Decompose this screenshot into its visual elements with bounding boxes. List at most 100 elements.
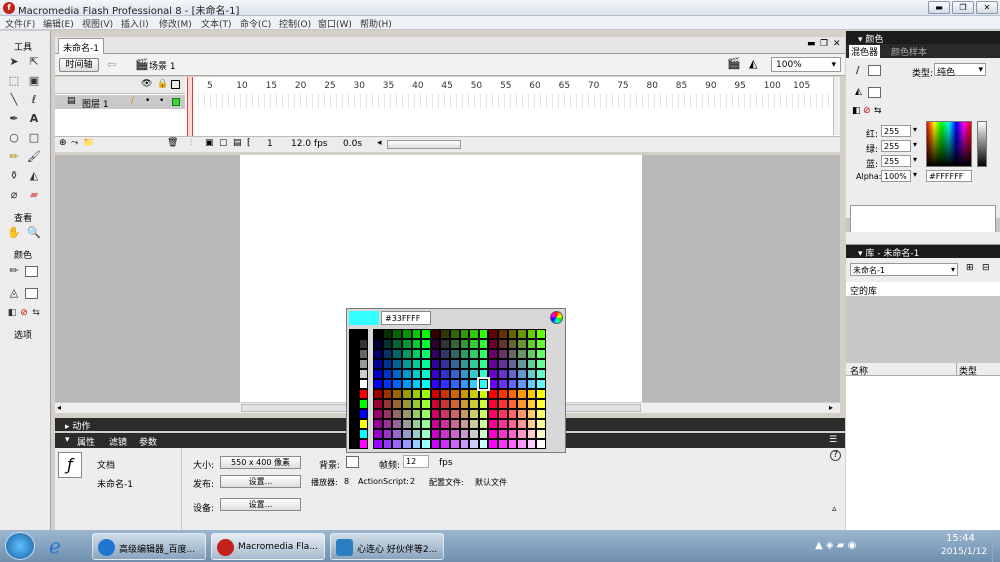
color-swatch[interactable] bbox=[469, 359, 479, 369]
library-select[interactable]: 未命名-1 ▾ bbox=[850, 263, 958, 276]
blue-stepper-icon[interactable]: ▾ bbox=[913, 155, 917, 164]
color-swatch[interactable] bbox=[536, 359, 546, 369]
color-swatch[interactable] bbox=[402, 349, 412, 359]
frame-cells[interactable] bbox=[187, 94, 832, 108]
color-swatch[interactable] bbox=[469, 369, 479, 379]
color-swatch[interactable] bbox=[402, 329, 412, 339]
color-swatch[interactable] bbox=[382, 389, 393, 399]
layer-color-box[interactable] bbox=[172, 98, 180, 106]
green-input[interactable]: 255 bbox=[881, 140, 911, 152]
color-swatch[interactable] bbox=[498, 409, 508, 419]
color-swatch[interactable] bbox=[440, 379, 450, 389]
paint-bucket-tool-icon[interactable]: ◭ bbox=[26, 168, 42, 184]
stroke-color-icon[interactable]: ✏ bbox=[6, 263, 22, 279]
menu-help[interactable]: 帮助(H) bbox=[360, 17, 392, 30]
color-swatch[interactable] bbox=[440, 439, 450, 449]
color-swatch[interactable] bbox=[517, 389, 527, 399]
arrow-tool-icon[interactable]: ➤ bbox=[6, 54, 22, 70]
size-button[interactable]: 550 x 400 像素 bbox=[220, 456, 301, 469]
ink-bottle-tool-icon[interactable]: ⚱ bbox=[6, 168, 22, 184]
hand-tool-icon[interactable]: ✋ bbox=[6, 225, 22, 241]
alpha-input[interactable]: 100% bbox=[881, 170, 911, 182]
free-transform-tool-icon[interactable]: ⬚ bbox=[6, 73, 22, 89]
color-swatch[interactable] bbox=[421, 389, 431, 399]
close-button[interactable]: ✕ bbox=[976, 1, 998, 14]
color-swatch[interactable] bbox=[392, 429, 402, 439]
panel-options-icon[interactable]: ☰ bbox=[829, 435, 837, 445]
color-swatch[interactable] bbox=[349, 439, 359, 449]
menu-commands[interactable]: 命令(C) bbox=[240, 17, 271, 30]
color-swatch[interactable] bbox=[392, 409, 402, 419]
color-swatch[interactable] bbox=[517, 359, 527, 369]
color-swatch[interactable] bbox=[478, 389, 489, 399]
black-white-icon[interactable]: ◧ bbox=[852, 106, 861, 116]
onion-skin-icon[interactable]: ▣ bbox=[205, 138, 214, 148]
color-swatch[interactable] bbox=[517, 349, 527, 359]
color-swatch[interactable] bbox=[450, 359, 460, 369]
red-stepper-icon[interactable]: ▾ bbox=[913, 125, 917, 134]
color-swatch[interactable] bbox=[536, 389, 546, 399]
swap-colors-icon[interactable]: ⇆ bbox=[874, 106, 882, 116]
brightness-slider[interactable] bbox=[977, 121, 987, 167]
color-swatch[interactable] bbox=[507, 379, 518, 389]
color-swatch[interactable] bbox=[478, 429, 489, 439]
color-swatch[interactable] bbox=[402, 399, 412, 409]
color-swatch[interactable] bbox=[392, 349, 402, 359]
color-swatch[interactable] bbox=[536, 409, 546, 419]
color-swatch[interactable] bbox=[430, 379, 441, 389]
back-arrow-icon[interactable]: ⇦ bbox=[107, 58, 116, 71]
color-swatch[interactable] bbox=[459, 389, 470, 399]
color-swatch[interactable] bbox=[373, 419, 383, 429]
visible-dot[interactable]: • bbox=[145, 96, 150, 106]
color-swatch[interactable] bbox=[373, 429, 383, 439]
color-swatch[interactable] bbox=[536, 329, 546, 339]
color-swatch[interactable] bbox=[478, 359, 489, 369]
color-swatch[interactable] bbox=[430, 409, 441, 419]
tab-properties[interactable]: 属性 bbox=[77, 435, 95, 448]
alpha-stepper-icon[interactable]: ▾ bbox=[913, 170, 917, 179]
color-swatch[interactable] bbox=[392, 439, 402, 449]
color-swatch[interactable] bbox=[430, 399, 441, 409]
color-swatch[interactable] bbox=[373, 409, 383, 419]
color-swatch[interactable] bbox=[349, 399, 359, 409]
color-swatch[interactable] bbox=[526, 399, 537, 409]
color-swatch[interactable] bbox=[507, 409, 518, 419]
color-swatch[interactable] bbox=[430, 329, 441, 339]
color-swatch[interactable] bbox=[430, 429, 441, 439]
color-swatch[interactable] bbox=[459, 369, 470, 379]
color-swatch[interactable] bbox=[349, 329, 359, 339]
start-button[interactable] bbox=[5, 532, 35, 560]
taskbar-item-chat[interactable]: 心连心 好伙伴等2... bbox=[330, 533, 444, 560]
color-swatch[interactable] bbox=[349, 359, 359, 369]
color-swatch[interactable] bbox=[488, 429, 498, 439]
color-swatch[interactable] bbox=[526, 379, 537, 389]
color-swatch[interactable] bbox=[469, 349, 479, 359]
color-swatch[interactable] bbox=[526, 439, 537, 449]
color-swatch[interactable] bbox=[382, 349, 393, 359]
library-panel-header[interactable]: ▾ 库 - 未命名-1 bbox=[846, 245, 1000, 259]
color-swatch[interactable] bbox=[478, 369, 489, 379]
menu-control[interactable]: 控制(O) bbox=[279, 17, 311, 30]
outline-icon[interactable] bbox=[171, 80, 180, 89]
color-swatch[interactable] bbox=[478, 339, 489, 349]
color-swatch[interactable] bbox=[517, 419, 527, 429]
color-swatch[interactable] bbox=[421, 429, 431, 439]
fill-transform-tool-icon[interactable]: ▣ bbox=[26, 73, 42, 89]
color-swatch[interactable] bbox=[450, 389, 460, 399]
color-swatch[interactable] bbox=[411, 359, 422, 369]
color-swatch[interactable] bbox=[450, 349, 460, 359]
lock-dot[interactable]: • bbox=[159, 96, 164, 106]
color-swatch[interactable] bbox=[440, 419, 450, 429]
stroke-color-swatch[interactable] bbox=[25, 266, 38, 277]
color-swatch[interactable] bbox=[358, 399, 369, 409]
color-swatch[interactable] bbox=[349, 389, 359, 399]
color-swatch[interactable] bbox=[430, 369, 441, 379]
blue-input[interactable]: 255 bbox=[881, 155, 911, 167]
color-swatch[interactable] bbox=[498, 339, 508, 349]
publish-settings-button[interactable]: 设置... bbox=[220, 475, 301, 488]
color-swatch[interactable] bbox=[421, 339, 431, 349]
color-swatch[interactable] bbox=[358, 369, 369, 379]
color-swatch[interactable] bbox=[382, 409, 393, 419]
frame-ruler[interactable]: 5 10 15 20 25 30 35 40 45 50 55 60 65 70 75 80 85 90 95 100… bbox=[187, 77, 832, 147]
color-swatch[interactable] bbox=[392, 389, 402, 399]
